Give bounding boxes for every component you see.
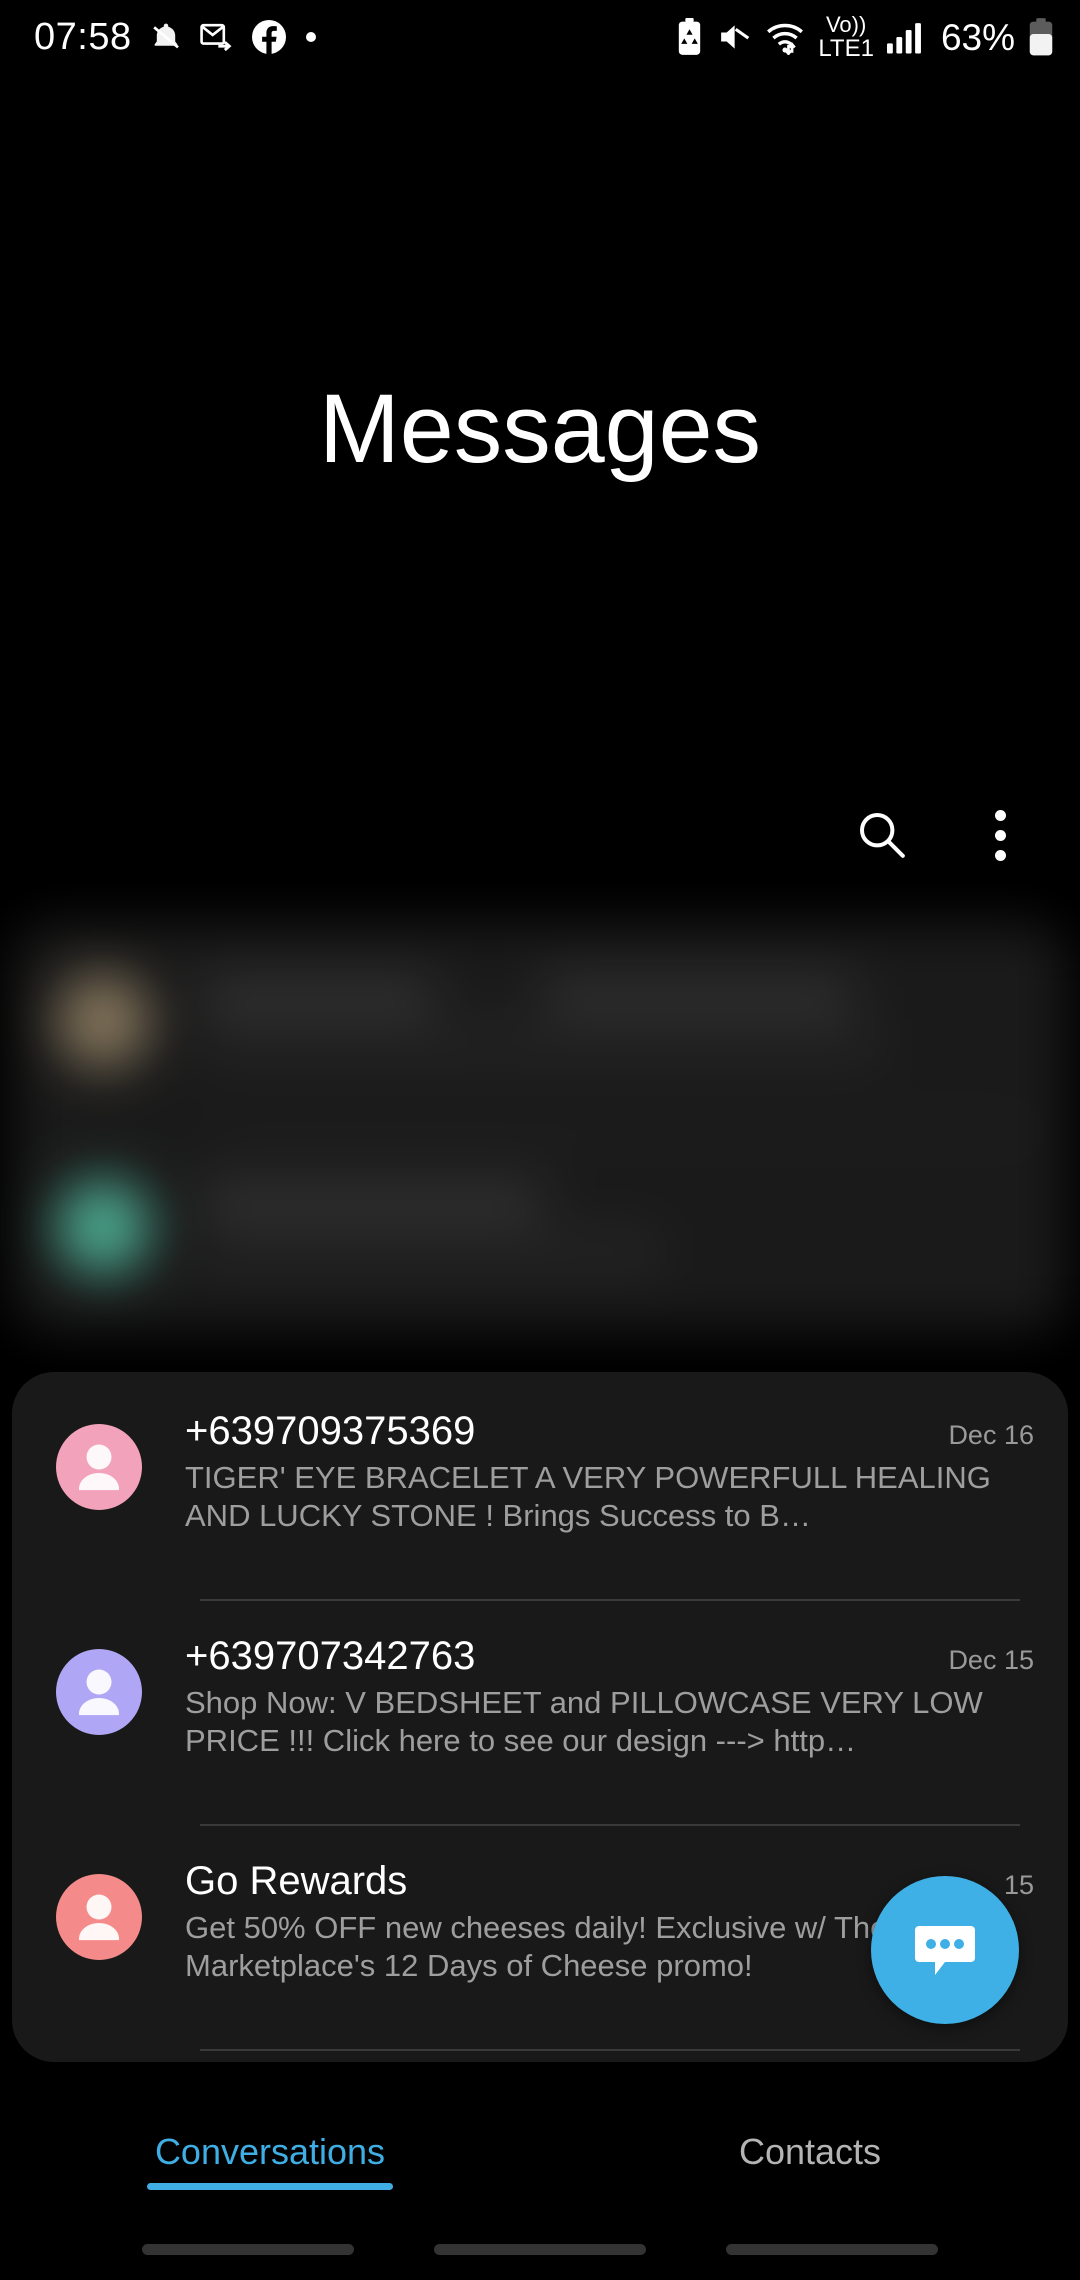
battery-saver-icon (676, 18, 703, 56)
blurred-row-1[interactable] (12, 1136, 1068, 1332)
new-message-icon (915, 1926, 975, 1975)
list-divider (200, 1599, 1020, 1601)
conversation-date: 15 (1003, 1870, 1034, 1900)
volte-icon: Vo)) LTE1 (818, 11, 874, 62)
blurred-avatar-0 (56, 974, 150, 1068)
tab-conversations[interactable]: Conversations (0, 2118, 540, 2228)
conversation-body: +639709375369 Dec 16 TIGER' EYE BRACELET… (185, 1377, 1068, 1534)
recents-pill[interactable] (142, 2243, 354, 2255)
conversation-title: +639707342763 (185, 1634, 476, 1678)
blurred-preview-0 (200, 1030, 880, 1056)
back-pill[interactable] (726, 2243, 938, 2255)
conversation-preview: TIGER' EYE BRACELET A VERY POWERFULL HEA… (185, 1459, 991, 1533)
conversation-date: Dec 16 (948, 1420, 1034, 1450)
kebab-dot-3 (994, 849, 1006, 861)
tab-active-indicator (147, 2183, 393, 2191)
alarm-mute-icon (149, 20, 183, 54)
wifi-icon (765, 19, 805, 56)
battery-icon (1028, 18, 1054, 56)
status-bar-right: Vo)) LTE1 63% (676, 11, 1054, 62)
tab-contacts[interactable]: Contacts (540, 2118, 1080, 2228)
blurred-date-0 (542, 980, 854, 1010)
network-label: LTE1 (818, 34, 874, 62)
list-divider (200, 2049, 1020, 2051)
person-icon (79, 1894, 119, 1941)
avatar (56, 1649, 142, 1735)
kebab-dot-1 (994, 809, 1006, 821)
tab-contacts-label: Contacts (738, 2131, 882, 2172)
blurred-name-1 (200, 1184, 544, 1216)
conversation-row[interactable]: +639707342763 Dec 15 Shop Now: V BEDSHEE… (12, 1602, 1068, 1827)
person-icon (79, 1669, 119, 1716)
conversation-preview: Shop Now: V BEDSHEET and PILLOWCASE VERY… (185, 1684, 983, 1758)
signal-bars-icon (886, 20, 925, 54)
conversation-header: +639709375369 Dec 16 (185, 1409, 1034, 1454)
conversation-header: +639707342763 Dec 15 (185, 1634, 1034, 1679)
tab-conversations-label: Conversations (154, 2131, 386, 2172)
list-divider (200, 1824, 1020, 1826)
status-bar-left: 07:58 (34, 18, 318, 56)
dot-icon (304, 30, 318, 44)
blurred-row-0[interactable] (12, 922, 1068, 1127)
conversation-title: Go Rewards (185, 1859, 408, 1903)
email-forward-icon (199, 22, 234, 52)
blurred-conversation-card[interactable] (12, 922, 1068, 1332)
status-clock: 07:58 (34, 16, 132, 58)
blurred-preview-1 (200, 1236, 660, 1264)
facebook-icon (251, 19, 287, 55)
new-conversation-button[interactable] (871, 1876, 1019, 2024)
avatar (56, 1874, 142, 1960)
header-actions (0, 790, 1080, 880)
person-icon (79, 1444, 119, 1491)
conversation-date: Dec 15 (948, 1645, 1034, 1675)
conversation-row[interactable]: +639709375369 Dec 16 TIGER' EYE BRACELET… (12, 1377, 1068, 1602)
more-options-button[interactable] (964, 799, 1036, 871)
page-title: Messages (318, 374, 762, 483)
search-button[interactable] (846, 799, 918, 871)
bottom-tab-bar: Conversations Contacts (0, 2118, 1080, 2228)
blurred-name-0 (200, 980, 436, 1012)
sound-mute-icon (716, 20, 752, 54)
volte-label: Vo)) (825, 11, 867, 37)
search-icon (860, 813, 905, 858)
battery-percent-label: 63% (940, 16, 1015, 58)
blurred-avatar-1 (56, 1180, 150, 1274)
home-pill[interactable] (434, 2243, 646, 2255)
status-bar: 07:58 Vo)) LTE1 63% (0, 0, 1080, 74)
blurred-divider (212, 1129, 1032, 1132)
gesture-navigation-bar (0, 2218, 1080, 2280)
conversation-title: +639709375369 (185, 1409, 476, 1453)
conversation-body: +639707342763 Dec 15 Shop Now: V BEDSHEE… (185, 1602, 1068, 1759)
kebab-dot-2 (994, 829, 1006, 841)
avatar (56, 1424, 142, 1510)
